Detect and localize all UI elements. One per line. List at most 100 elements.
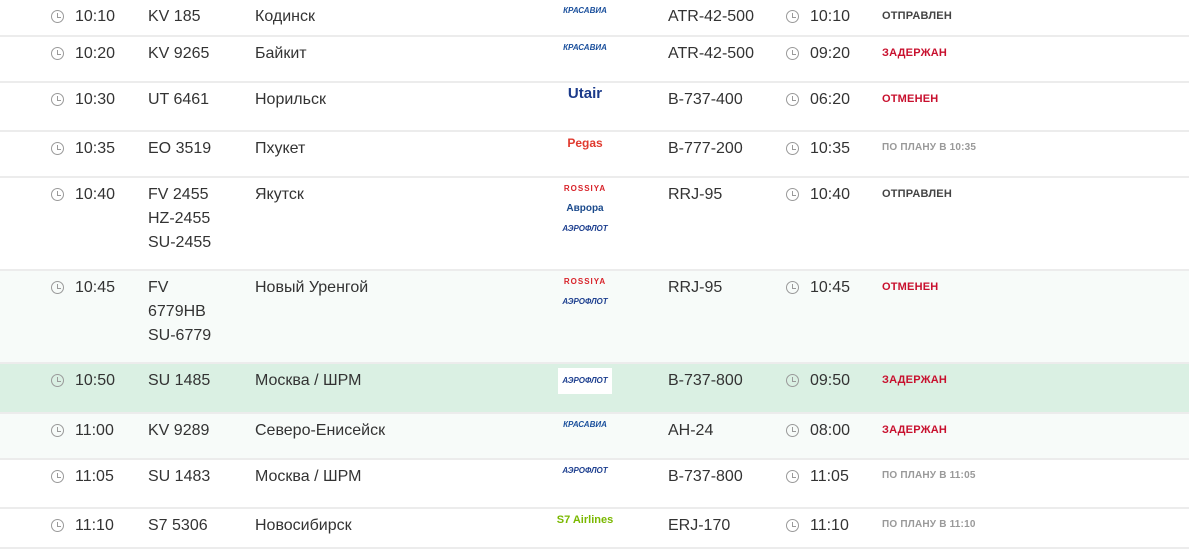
clock-icon	[51, 374, 64, 387]
flight-number: HZ-2455	[148, 210, 211, 227]
airline-logos: АЭРОФЛОТ	[555, 464, 615, 478]
aircraft-type: ERJ-170	[668, 517, 731, 534]
airline-logos: КРАСАВИА	[555, 4, 615, 18]
destination-city: Якутск	[255, 186, 304, 203]
flight-numbers: KV 9265	[148, 42, 209, 66]
clock-icon	[51, 424, 64, 437]
scheduled-time: 10:30	[75, 91, 116, 108]
flight-row[interactable]: 11:05 SU 1483 Москва / ШРМ АЭРОФЛОТ B-73…	[0, 460, 1189, 509]
aircraft-type: B-737-400	[668, 91, 743, 108]
clock-icon	[786, 142, 799, 155]
airline-logos: ROSSIYA АЭРОФЛОТ	[555, 275, 615, 309]
airline-logo: Pegas	[567, 136, 603, 150]
flight-number: EO 3519	[148, 140, 212, 157]
flight-row[interactable]: 10:30 UT 6461 Норильск Utair B-737-400 0…	[0, 83, 1189, 132]
actual-time: 08:00	[810, 422, 851, 439]
aircraft-type: B-737-800	[668, 468, 743, 485]
airline-logos: КРАСАВИА	[555, 41, 615, 55]
flight-row[interactable]: 10:50 SU 1485 Москва / ШРМ АЭРОФЛОТ B-73…	[0, 364, 1189, 414]
flight-numbers: EO 3519	[148, 137, 211, 161]
actual-time: 10:10	[810, 8, 851, 25]
status-badge: ОТПРАВЛЕН	[882, 188, 952, 200]
flight-row[interactable]: 10:45 FV 6779HB SU-6779 Новый Уренгой ROSS…	[0, 271, 1189, 364]
status-badge: ЗАДЕРЖАН	[882, 424, 948, 436]
flight-numbers: KV 9289	[148, 419, 209, 443]
status-badge: ЗАДЕРЖАН	[882, 374, 948, 386]
clock-icon	[786, 10, 799, 23]
flight-row[interactable]: 10:10 KV 185 Кодинск КРАСАВИА ATR-42-500…	[0, 0, 1189, 37]
flight-number: SU 1483	[148, 468, 211, 485]
flight-row[interactable]: 10:35 EO 3519 Пхукет Pegas B-777-200 10:…	[0, 132, 1189, 178]
flight-number: 6779HB	[148, 303, 206, 320]
flight-row[interactable]: 10:20 KV 9265 Байкит КРАСАВИА ATR-42-500…	[0, 37, 1189, 83]
airline-logo: КРАСАВИА	[563, 6, 607, 15]
scheduled-time: 10:20	[75, 45, 116, 62]
flight-number: KV 9289	[148, 422, 210, 439]
status-badge: ПО ПЛАНУ В 10:35	[882, 142, 977, 153]
airline-logo: ROSSIYA	[563, 277, 607, 286]
airline-logos: Utair	[555, 85, 615, 102]
aircraft-type: ATR-42-500	[668, 45, 754, 62]
clock-icon	[51, 47, 64, 60]
clock-icon	[786, 374, 799, 387]
flight-number: SU 1485	[148, 372, 211, 389]
airline-logos: S7 Airlines	[555, 513, 615, 527]
clock-icon	[786, 281, 799, 294]
aircraft-type: B-737-800	[668, 372, 743, 389]
flight-row[interactable]: 11:00 KV 9289 Северо-Енисейск КРАСАВИА А…	[0, 414, 1189, 460]
scheduled-time: 11:05	[75, 468, 114, 485]
flight-numbers: FV 6779HB SU-6779	[148, 276, 211, 348]
clock-icon	[51, 142, 64, 155]
destination-city: Москва / ШРМ	[255, 468, 362, 485]
airline-logo: ROSSIYA	[563, 184, 607, 193]
scheduled-time: 11:10	[75, 517, 114, 534]
flight-numbers: SU 1485	[148, 369, 210, 393]
destination-city: Кодинск	[255, 8, 315, 25]
clock-icon	[786, 519, 799, 532]
clock-icon	[51, 10, 64, 23]
flight-number: SU-6779	[148, 327, 212, 344]
flight-row[interactable]: 10:40 FV 2455 HZ-2455 SU-2455 Якутск ROSSI…	[0, 178, 1189, 271]
aircraft-type: RRJ-95	[668, 279, 723, 296]
flight-numbers: SU 1483	[148, 465, 210, 489]
airline-logo: S7 Airlines	[556, 514, 614, 526]
clock-icon	[51, 93, 64, 106]
status-badge: ПО ПЛАНУ В 11:05	[882, 470, 976, 481]
scheduled-time: 11:00	[75, 422, 114, 439]
aircraft-type: АН-24	[668, 422, 714, 439]
scheduled-time: 10:50	[75, 372, 116, 389]
actual-time: 10:40	[810, 186, 851, 203]
airline-logo: Аврора	[566, 203, 604, 214]
scheduled-time: 10:45	[75, 279, 116, 296]
flight-number: FV	[148, 279, 169, 296]
clock-icon	[51, 281, 64, 294]
destination-city: Новый Уренгой	[255, 279, 369, 296]
airline-logo: АЭРОФЛОТ	[562, 466, 608, 475]
airline-logos: Pegas	[555, 136, 615, 150]
flight-number: SU-2455	[148, 234, 212, 251]
airline-logo: АЭРОФЛОТ	[562, 297, 608, 306]
aircraft-type: RRJ-95	[668, 186, 723, 203]
destination-city: Москва / ШРМ	[255, 372, 362, 389]
flight-number: FV 2455	[148, 186, 209, 203]
scheduled-time: 10:35	[75, 140, 116, 157]
aircraft-type: B-777-200	[668, 140, 743, 157]
airline-logo: АЭРОФЛОТ	[562, 224, 608, 233]
flight-number: UT 6461	[148, 91, 210, 108]
status-badge: ПО ПЛАНУ В 11:10	[882, 519, 976, 530]
actual-time: 09:50	[810, 372, 851, 389]
status-badge: ОТМЕНЕН	[882, 93, 939, 105]
actual-time: 06:20	[810, 91, 851, 108]
flight-numbers: KV 185	[148, 5, 200, 29]
clock-icon	[786, 470, 799, 483]
clock-icon	[51, 519, 64, 532]
airline-logo: Utair	[567, 85, 603, 102]
clock-icon	[786, 47, 799, 60]
actual-time: 11:05	[810, 468, 849, 485]
destination-city: Новосибирск	[255, 517, 352, 534]
clock-icon	[786, 424, 799, 437]
status-badge: ЗАДЕРЖАН	[882, 47, 948, 59]
destination-city: Норильск	[255, 91, 326, 108]
clock-icon	[51, 188, 64, 201]
flight-row[interactable]: 11:10 S7 5306 Новосибирск S7 Airlines ER…	[0, 509, 1189, 549]
